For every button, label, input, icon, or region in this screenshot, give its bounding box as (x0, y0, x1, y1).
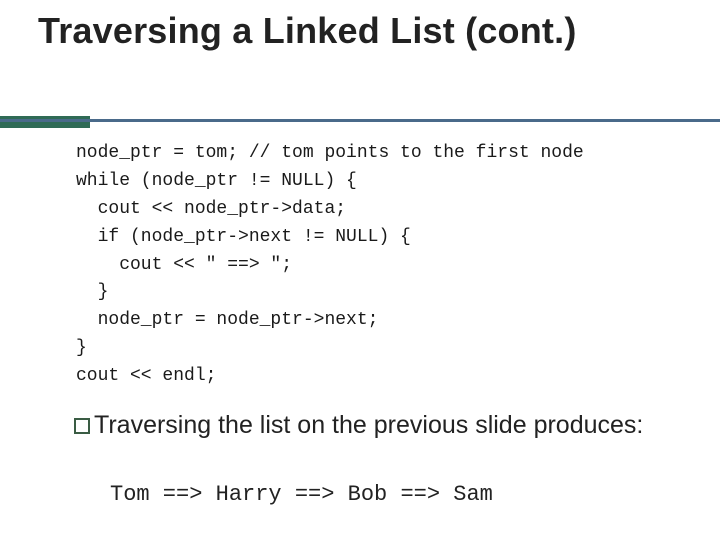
output-line: Tom ==> Harry ==> Bob ==> Sam (110, 482, 493, 507)
title-rule (0, 116, 720, 130)
code-block: node_ptr = tom; // tom points to the fir… (76, 140, 696, 391)
bullet-icon (74, 418, 90, 434)
body-text: Traversing the list on the previous slid… (74, 410, 690, 441)
slide-title: Traversing a Linked List (cont.) (38, 10, 690, 52)
body-text-content: Traversing the list on the previous slid… (94, 411, 643, 439)
title-rule-line (0, 119, 720, 122)
title-rule-accent (0, 116, 90, 128)
slide: Traversing a Linked List (cont.) node_pt… (0, 0, 720, 540)
